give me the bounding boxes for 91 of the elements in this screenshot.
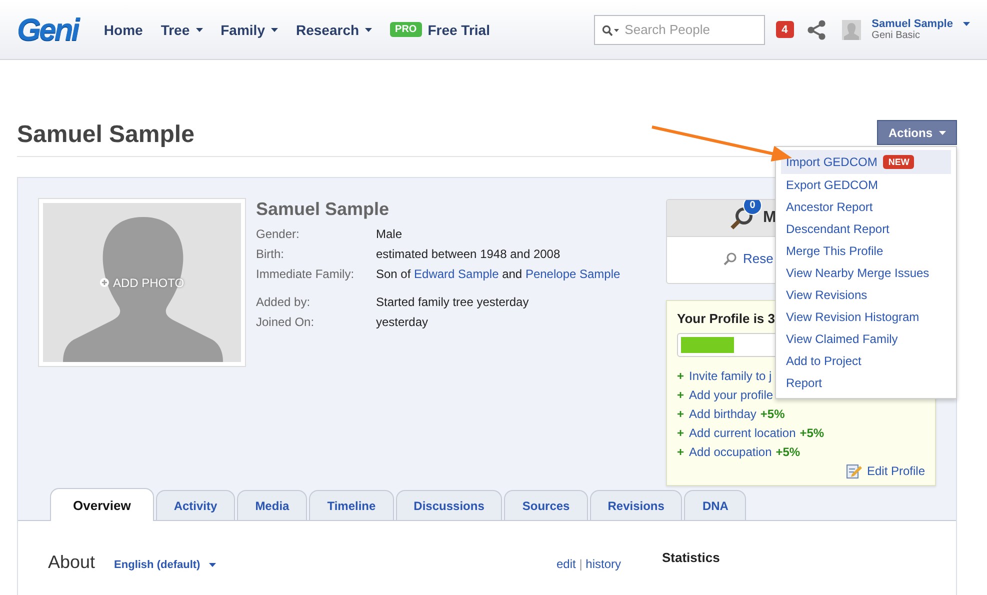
bonus-label: +5% — [776, 444, 800, 458]
fact-value: Started family tree yesterday — [376, 295, 529, 309]
menu-item-label: Ancestor Report — [786, 200, 873, 214]
relative-link[interactable]: Penelope Sample — [525, 267, 620, 281]
about-heading: About — [48, 552, 96, 573]
edit-profile-link[interactable]: Edit Profile — [846, 463, 925, 479]
notification-badge[interactable]: 4 — [776, 21, 794, 38]
plus-icon: + — [677, 406, 684, 420]
menu-item[interactable]: View Revisions — [781, 284, 951, 306]
menu-item-label: View Claimed Family — [786, 332, 898, 346]
edit-link[interactable]: edit — [556, 557, 576, 571]
nav-link[interactable]: Home — [104, 22, 143, 38]
menu-item-label: Import GEDCOM — [786, 155, 878, 169]
plus-icon: + — [677, 426, 684, 440]
share-icon[interactable] — [806, 20, 826, 40]
menu-item[interactable]: View Claimed Family — [781, 328, 951, 350]
menu-item[interactable]: Report — [781, 372, 951, 394]
menu-item[interactable]: Ancestor Report — [781, 196, 951, 218]
fact-value: yesterday — [376, 315, 428, 329]
menu-item[interactable]: Descendant Report — [781, 218, 951, 240]
tab[interactable]: Overview — [50, 488, 154, 521]
menu-item-label: Export GEDCOM — [786, 178, 878, 192]
fact-label: Gender: — [256, 227, 300, 241]
plus-icon: + — [677, 388, 684, 402]
bonus-label: +5% — [800, 426, 824, 440]
fact-label: Birth: — [256, 247, 286, 261]
tab[interactable]: Timeline — [309, 490, 394, 520]
statistics-heading: Statistics — [662, 549, 720, 567]
tab[interactable]: Sources — [504, 490, 588, 520]
caret-icon — [209, 563, 216, 567]
tab[interactable]: Media — [237, 490, 308, 520]
menu-item-label: View Nearby Merge Issues — [786, 266, 930, 280]
menu-item-label: View Revisions — [786, 288, 868, 302]
bonus-label: +5% — [760, 406, 785, 420]
caret-icon — [963, 22, 970, 26]
user-name[interactable]: Samuel Sample — [872, 18, 970, 30]
profile-name: Samuel Sample — [256, 198, 390, 220]
menu-item-label: Report — [786, 376, 822, 390]
history-link[interactable]: history — [586, 557, 621, 571]
new-badge: NEW — [883, 155, 914, 169]
fact-label: Immediate Family: — [256, 267, 356, 281]
menu-item[interactable]: View Revision Histogram — [781, 306, 951, 328]
task-link[interactable]: Add your profile — [689, 388, 774, 402]
tab[interactable]: Revisions — [590, 490, 682, 520]
task-link[interactable]: Invite family to j — [689, 368, 772, 382]
match-search-link[interactable]: Rese — [723, 251, 774, 266]
pro-badge: PRO — [390, 22, 422, 37]
edit-pencil-icon — [846, 463, 862, 479]
menu-item[interactable]: Merge This Profile — [781, 240, 951, 262]
tab[interactable]: DNA — [684, 490, 746, 520]
caret-icon — [938, 130, 946, 134]
search-icon — [602, 24, 619, 36]
completion-title: Your Profile is 3 — [677, 310, 776, 328]
task-link[interactable]: Add birthday — [689, 406, 756, 420]
caret-icon — [196, 28, 203, 32]
search-icon — [723, 252, 737, 266]
actions-button[interactable]: Actions — [877, 120, 957, 145]
menu-item-label: View Revision Histogram — [786, 310, 920, 324]
free-trial-link[interactable]: Free Trial — [428, 22, 490, 38]
task-link[interactable]: Add current location — [689, 426, 796, 440]
menu-item-label: Descendant Report — [786, 222, 890, 236]
nav-link[interactable]: Tree — [160, 22, 203, 38]
tab[interactable]: Discussions — [396, 490, 502, 520]
nav-link[interactable]: Family — [220, 22, 278, 38]
fact-label: Added by: — [256, 295, 312, 309]
nav-link[interactable]: Research — [296, 22, 372, 38]
plus-icon: + — [677, 444, 684, 458]
geni-logo[interactable]: Geni — [17, 12, 78, 48]
menu-item[interactable]: Export GEDCOM — [781, 174, 951, 196]
menu-item[interactable]: Add to Project — [781, 350, 951, 372]
fact-value: Son of Edward Sample and Penelope Sample — [376, 267, 620, 281]
menu-item[interactable]: Import GEDCOM NEW — [781, 150, 951, 174]
fact-value: estimated between 1948 and 2008 — [376, 247, 560, 261]
plus-icon: + — [677, 368, 684, 382]
match-count-badge: 0 — [743, 200, 762, 215]
fact-value: Male — [376, 227, 402, 241]
task-link[interactable]: Add occupation — [689, 444, 772, 458]
menu-item-label: Merge This Profile — [786, 244, 884, 258]
menu-item[interactable]: View Nearby Merge Issues — [781, 262, 951, 284]
tab[interactable]: Activity — [156, 490, 236, 520]
plan-label: Geni Basic — [872, 30, 922, 42]
language-dropdown[interactable]: English (default) — [114, 559, 216, 571]
page-title: Samuel Sample — [17, 120, 194, 150]
fact-label: Joined On: — [256, 315, 316, 329]
relative-link[interactable]: Edward Sample — [414, 267, 499, 281]
menu-item-label: Add to Project — [786, 354, 862, 368]
search-field[interactable]: Search People — [594, 14, 765, 44]
plus-circle-icon — [100, 278, 109, 287]
caret-icon — [365, 28, 372, 32]
caret-icon — [270, 28, 278, 32]
link-separator: | — [578, 557, 584, 571]
